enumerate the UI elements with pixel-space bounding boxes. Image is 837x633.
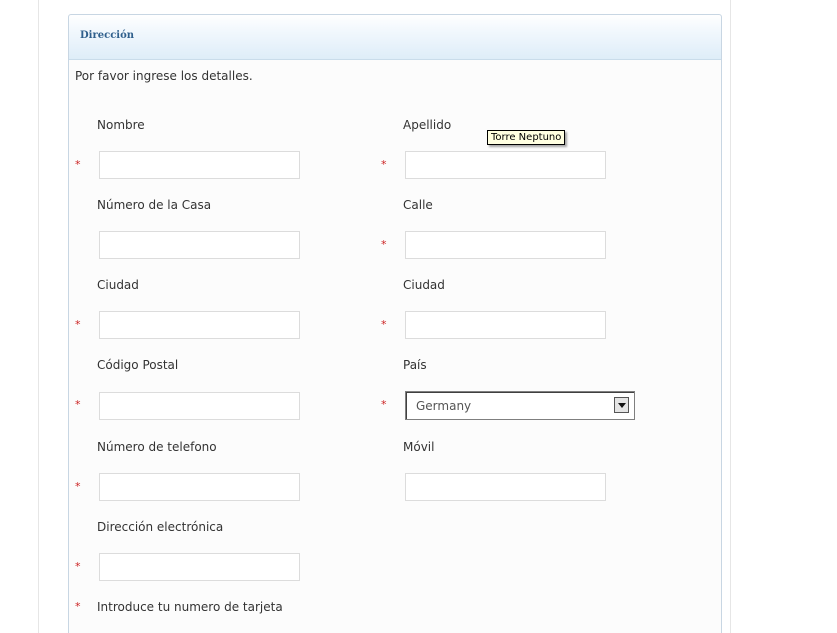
last-name-required-marker: * xyxy=(381,158,387,171)
mobile-label: Móvil xyxy=(403,440,435,454)
chevron-down-icon[interactable] xyxy=(614,397,629,413)
panel-title: Dirección xyxy=(80,30,135,41)
country-selected-value: Germany xyxy=(416,399,472,413)
house-number-input[interactable] xyxy=(99,231,300,259)
card-number-required-marker: * xyxy=(75,600,81,613)
tooltip: Torre Neptuno xyxy=(487,130,566,145)
outer-right-divider xyxy=(730,0,731,633)
email-label: Dirección electrónica xyxy=(97,520,224,534)
phone-label: Número de telefono xyxy=(97,440,217,454)
instructions-text: Por favor ingrese los detalles. xyxy=(75,69,253,83)
city-required-marker: * xyxy=(75,318,81,331)
city-2-required-marker: * xyxy=(381,318,387,331)
house-number-label: Número de la Casa xyxy=(97,198,212,212)
postal-code-required-marker: * xyxy=(75,398,81,411)
street-label: Calle xyxy=(403,198,433,212)
mobile-input[interactable] xyxy=(405,473,606,501)
postal-code-label: Código Postal xyxy=(97,358,179,372)
panel-header: Dirección xyxy=(69,15,721,60)
first-name-label: Nombre xyxy=(97,118,145,132)
street-required-marker: * xyxy=(381,238,387,251)
city-input[interactable] xyxy=(99,311,300,339)
outer-left-divider xyxy=(38,0,39,633)
phone-input[interactable] xyxy=(99,473,300,501)
postal-code-input[interactable] xyxy=(99,392,300,420)
last-name-input[interactable] xyxy=(405,151,606,179)
country-label: País xyxy=(403,358,427,372)
phone-required-marker: * xyxy=(75,480,81,493)
first-name-input[interactable] xyxy=(99,151,300,179)
first-name-required-marker: * xyxy=(75,158,81,171)
last-name-label: Apellido xyxy=(403,118,452,132)
card-number-label: Introduce tu numero de tarjeta xyxy=(97,600,283,614)
country-select[interactable]: Germany xyxy=(405,391,635,420)
street-input[interactable] xyxy=(405,231,606,259)
city-2-label: Ciudad xyxy=(403,278,445,292)
page: Dirección Por favor ingrese los detalles… xyxy=(0,0,837,633)
email-input[interactable] xyxy=(99,553,300,581)
city-2-input[interactable] xyxy=(405,311,606,339)
city-label: Ciudad xyxy=(97,278,139,292)
country-required-marker: * xyxy=(381,398,387,411)
email-required-marker: * xyxy=(75,560,81,573)
